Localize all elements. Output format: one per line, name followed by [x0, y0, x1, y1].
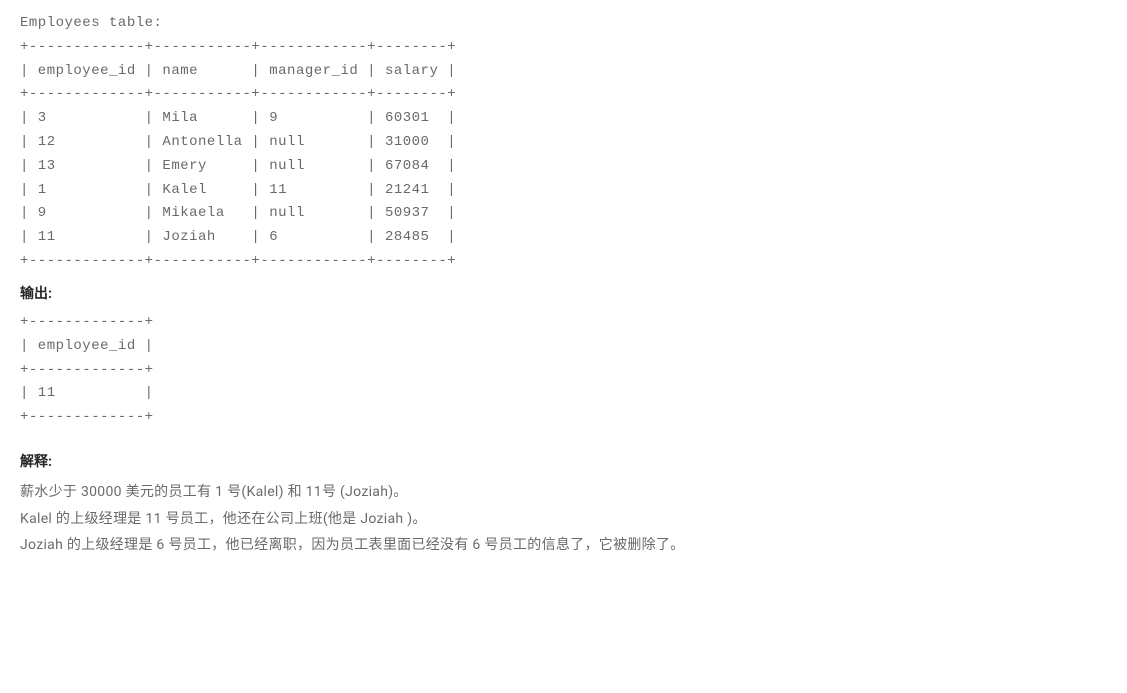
- explanation-line: Kalel 的上级经理是 11 号员工，他还在公司上班(他是 Joziah )。: [20, 506, 1107, 533]
- output-label: 输出:: [20, 282, 1107, 307]
- employees-table-border-top: +-------------+-----------+------------+…: [20, 36, 1107, 60]
- table-row: | 11 | Joziah | 6 | 28485 |: [20, 226, 1107, 250]
- output-table-border-top: +-------------+: [20, 311, 1107, 335]
- employees-table-border-mid: +-------------+-----------+------------+…: [20, 83, 1107, 107]
- table-row: | 3 | Mila | 9 | 60301 |: [20, 107, 1107, 131]
- explanation-body: 薪水少于 30000 美元的员工有 1 号(Kalel) 和 11号 (Jozi…: [20, 479, 1107, 559]
- output-table-header: | employee_id |: [20, 335, 1107, 359]
- output-table-border-bot: +-------------+: [20, 406, 1107, 430]
- explanation-line: Joziah 的上级经理是 6 号员工，他已经离职，因为员工表里面已经没有 6 …: [20, 532, 1107, 559]
- explanation-label: 解释:: [20, 450, 1107, 475]
- employees-table-title: Employees table:: [20, 12, 1107, 36]
- table-row: | 9 | Mikaela | null | 50937 |: [20, 202, 1107, 226]
- output-table-border-mid: +-------------+: [20, 359, 1107, 383]
- table-row: | 1 | Kalel | 11 | 21241 |: [20, 179, 1107, 203]
- employees-table-border-bot: +-------------+-----------+------------+…: [20, 250, 1107, 274]
- table-row: | 13 | Emery | null | 67084 |: [20, 155, 1107, 179]
- explanation-line: 薪水少于 30000 美元的员工有 1 号(Kalel) 和 11号 (Jozi…: [20, 479, 1107, 506]
- table-row: | 12 | Antonella | null | 31000 |: [20, 131, 1107, 155]
- table-row: | 11 |: [20, 382, 1107, 406]
- employees-table-header: | employee_id | name | manager_id | sala…: [20, 60, 1107, 84]
